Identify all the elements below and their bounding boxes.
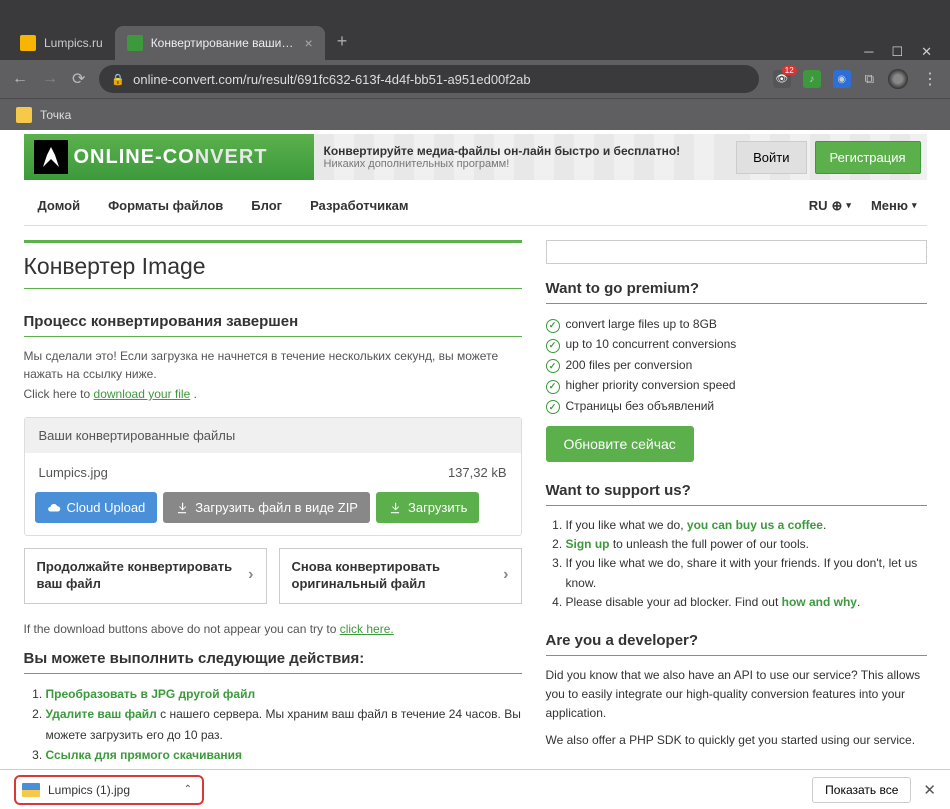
premium-title: Want to go premium? <box>546 280 927 297</box>
dev-text: We also offer a PHP SDK to quickly get y… <box>546 731 927 750</box>
delete-file-link[interactable]: Удалите ваш файл <box>46 707 157 721</box>
close-download-bar-button[interactable]: ✕ <box>923 781 936 799</box>
click-here-link[interactable]: click here. <box>340 622 394 636</box>
info-text: Click here to download your file . <box>24 385 522 403</box>
header-tagline: Конвертируйте медиа-файлы он-лайн быстро… <box>324 144 721 158</box>
reload-button[interactable]: ⟳ <box>72 69 85 89</box>
browser-tab-active[interactable]: Конвертирование ваших файло × <box>115 26 325 60</box>
filebox-header: Ваши конвертированные файлы <box>25 418 521 453</box>
filesize: 137,32 kB <box>448 465 507 480</box>
info-text: Мы сделали это! Если загрузка не начнетс… <box>24 347 522 383</box>
address-bar[interactable]: 🔒 online-convert.com/ru/result/691fc632-… <box>99 65 758 93</box>
bookmark-item[interactable]: Точка <box>40 108 71 122</box>
show-all-downloads-button[interactable]: Показать все <box>812 777 911 803</box>
actions-title: Вы можете выполнить следующие действия: <box>24 650 522 667</box>
chevron-down-icon: ▾ <box>846 200 851 211</box>
section-title: Процесс конвертирования завершен <box>24 313 522 330</box>
site-logo[interactable]: ONLINE-CONVERT <box>24 134 314 180</box>
menu-button[interactable]: Меню ▾ <box>861 198 927 213</box>
chevron-right-icon: › <box>248 565 253 586</box>
action-item: Преобразовать в JPG другой файл <box>46 684 522 704</box>
menu-icon[interactable]: ⋮ <box>922 69 938 89</box>
coffee-link[interactable]: you can buy us a coffee <box>687 518 823 532</box>
dev-text: Did you know that we also have an API to… <box>546 666 927 724</box>
support-title: Want to support us? <box>546 482 927 499</box>
new-tab-button[interactable]: + <box>325 23 360 60</box>
extension-icon[interactable]: ◉ <box>833 70 851 88</box>
tab-title: Конвертирование ваших файло <box>151 36 297 50</box>
upgrade-button[interactable]: Обновите сейчас <box>546 426 694 462</box>
logo-text: ONLINE-CONVERT <box>74 146 268 169</box>
download-icon <box>388 501 402 515</box>
chevron-up-icon[interactable]: ⌃ <box>184 784 192 795</box>
support-item: Please disable your ad blocker. Find out… <box>566 593 927 612</box>
extension-icon[interactable]: 12👁 <box>773 70 791 88</box>
support-item: If you like what we do, share it with yo… <box>566 554 927 592</box>
image-file-icon <box>22 783 40 797</box>
action-item: Удалите ваш файл с нашего сервера. Мы хр… <box>46 704 522 745</box>
premium-list: convert large files up to 8GB up to 10 c… <box>546 314 927 416</box>
forward-button[interactable]: → <box>42 70 58 88</box>
cloud-icon <box>47 501 61 515</box>
login-button[interactable]: Войти <box>736 141 806 174</box>
download-icon <box>175 501 189 515</box>
lock-icon: 🔒 <box>111 73 125 86</box>
favicon-icon <box>127 35 143 51</box>
page-title: Конвертер Image <box>24 253 522 280</box>
download-button[interactable]: Загрузить <box>376 492 479 523</box>
chevron-right-icon: › <box>503 565 508 586</box>
side-input[interactable] <box>546 240 927 264</box>
support-item: Sign up to unleash the full power of our… <box>566 535 927 554</box>
nav-blog[interactable]: Блог <box>237 198 296 213</box>
api-link[interactable]: we also have an API <box>644 668 753 682</box>
action-item: Ссылка для прямого скачивания <box>46 745 522 765</box>
help-text: If the download buttons above do not app… <box>24 622 522 636</box>
back-button[interactable]: ← <box>12 70 28 88</box>
how-why-link[interactable]: how and why <box>782 595 857 609</box>
tab-title: Lumpics.ru <box>44 36 103 50</box>
minimize-button[interactable]: ─ <box>864 44 873 59</box>
download-filename: Lumpics (1).jpg <box>48 783 130 797</box>
folder-icon <box>16 107 32 123</box>
favicon-icon <box>20 35 36 51</box>
cloud-upload-button[interactable]: Cloud Upload <box>35 492 158 523</box>
nav-developers[interactable]: Разработчикам <box>296 198 422 213</box>
filename: Lumpics.jpg <box>39 465 108 480</box>
download-zip-button[interactable]: Загрузить файл в виде ZIP <box>163 492 370 523</box>
php-sdk-link[interactable]: PHP SDK <box>629 733 681 747</box>
signup-link[interactable]: Sign up <box>566 537 610 551</box>
nav-formats[interactable]: Форматы файлов <box>94 198 237 213</box>
download-link[interactable]: download your file <box>94 387 191 401</box>
logo-icon <box>34 140 68 174</box>
chevron-down-icon: ▾ <box>912 200 917 211</box>
extension-icon[interactable]: ♪ <box>803 70 821 88</box>
profile-avatar[interactable] <box>888 69 908 89</box>
register-button[interactable]: Регистрация <box>815 141 921 174</box>
reconvert-original-button[interactable]: Снова конвертировать оригинальный файл› <box>279 548 522 604</box>
continue-convert-button[interactable]: Продолжайте конвертировать ваш файл› <box>24 548 267 604</box>
download-item[interactable]: Lumpics (1).jpg ⌃ <box>14 775 204 805</box>
nav-home[interactable]: Домой <box>24 198 95 213</box>
developer-title: Are you a developer? <box>546 632 927 649</box>
browser-tab-inactive[interactable]: Lumpics.ru <box>8 26 115 60</box>
direct-link[interactable]: Ссылка для прямого скачивания <box>46 748 243 762</box>
close-window-button[interactable]: ✕ <box>921 44 932 60</box>
globe-icon: ⊕ <box>832 198 843 214</box>
language-selector[interactable]: RU ⊕▾ <box>799 198 861 214</box>
close-icon[interactable]: × <box>305 35 313 51</box>
maximize-button[interactable]: ☐ <box>891 44 903 60</box>
url-text: online-convert.com/ru/result/691fc632-61… <box>133 72 530 87</box>
support-item: If you like what we do, you can buy us a… <box>566 516 927 535</box>
header-subtagline: Никаких дополнительных программ! <box>324 158 721 170</box>
reading-list-icon[interactable]: ⧉ <box>865 71 874 87</box>
convert-another-link[interactable]: Преобразовать в JPG другой файл <box>46 687 256 701</box>
